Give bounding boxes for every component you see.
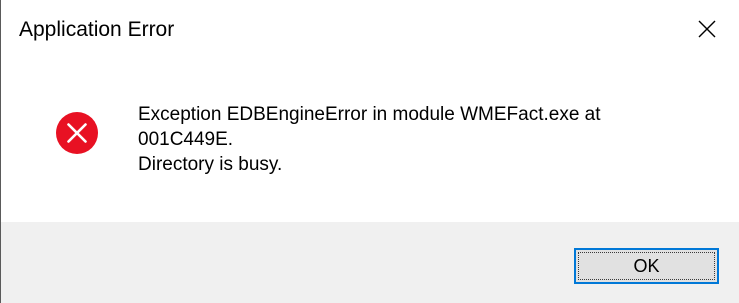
error-message-line: Exception EDBEngineError in module WMEFa…: [138, 104, 601, 125]
error-message-line: 001C449E.: [138, 129, 234, 150]
dialog-content: Exception EDBEngineError in module WMEFa…: [1, 60, 739, 222]
button-bar: OK: [1, 222, 739, 303]
error-icon: [55, 111, 99, 155]
ok-button-label: OK: [633, 255, 660, 276]
error-message-line: Directory is busy.: [138, 154, 283, 175]
close-button[interactable]: [675, 0, 739, 58]
error-message: Exception EDBEngineError in module WMEFa…: [138, 102, 718, 177]
close-icon: [697, 19, 717, 39]
window-title: Application Error: [19, 18, 175, 41]
ok-button[interactable]: OK: [574, 248, 719, 284]
title-bar[interactable]: Application Error: [1, 0, 739, 60]
error-dialog: Application Error Exception EDBEngineErr…: [0, 0, 739, 303]
